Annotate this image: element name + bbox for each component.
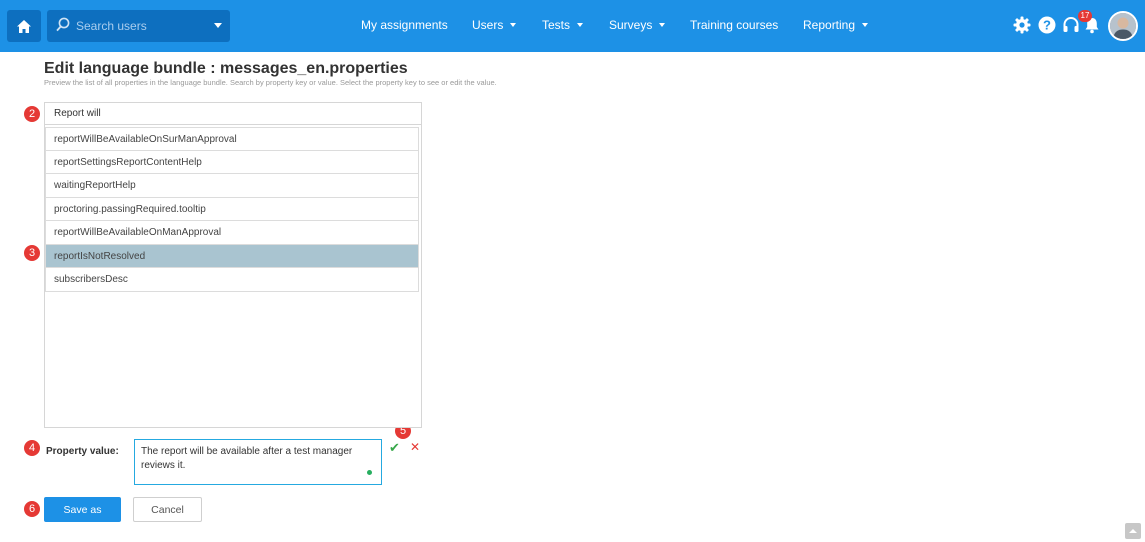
property-key: reportIsNotResolved	[54, 250, 146, 262]
nav-label: Training courses	[690, 18, 779, 32]
notification-count-badge: 17	[1078, 10, 1092, 22]
step-marker-3: 3	[24, 245, 40, 261]
property-list-item[interactable]: reportWillBeAvailableOnSurManApproval	[45, 127, 419, 151]
property-list-item-selected[interactable]: reportIsNotResolved	[45, 244, 419, 268]
step-marker-6: 6	[24, 501, 40, 517]
property-key: waitingReportHelp	[54, 180, 136, 191]
nav-training-courses[interactable]: Training courses	[690, 18, 778, 32]
home-icon	[17, 19, 31, 33]
nav-label: My assignments	[361, 18, 448, 32]
nav-tests[interactable]: Tests	[542, 18, 584, 32]
page-description: Preview the list of all properties in th…	[44, 78, 497, 87]
headset-icon[interactable]	[1062, 16, 1080, 34]
step-marker-4: 4	[24, 440, 40, 456]
property-list-item[interactable]: waitingReportHelp	[45, 174, 419, 198]
property-key: reportWillBeAvailableOnManApproval	[54, 227, 222, 238]
property-list-item[interactable]: proctoring.passingRequired.tooltip	[45, 197, 419, 221]
step-marker-2: 2	[24, 106, 40, 122]
property-value-field[interactable]: The report will be available after a tes…	[134, 439, 382, 485]
chevron-down-icon	[659, 23, 666, 27]
top-navigation-bar: My assignments Users Tests Surveys Train…	[0, 0, 1145, 52]
nav-surveys[interactable]: Surveys	[609, 18, 666, 32]
property-list-item[interactable]: reportSettingsReportContentHelp	[45, 150, 419, 174]
confirm-check-icon[interactable]: ✔	[389, 440, 400, 456]
cancel-button[interactable]: Cancel	[133, 497, 202, 522]
chevron-down-icon	[577, 23, 584, 27]
search-icon	[56, 17, 70, 32]
save-as-button[interactable]: Save as	[44, 497, 121, 522]
property-list-panel: reportWillBeAvailableOnSurManApproval re…	[44, 102, 422, 428]
property-key: proctoring.passingRequired.tooltip	[54, 203, 206, 215]
scroll-to-top-button[interactable]	[1125, 523, 1141, 539]
chevron-down-icon	[862, 23, 869, 27]
svg-text:?: ?	[1043, 18, 1051, 33]
property-list-item[interactable]: subscribersDesc	[45, 268, 419, 292]
chevron-up-icon	[1129, 529, 1137, 533]
help-icon[interactable]: ?	[1038, 16, 1056, 34]
property-list-item[interactable]: reportWillBeAvailableOnManApproval	[45, 221, 419, 245]
property-filter-input[interactable]	[45, 103, 421, 125]
user-avatar-icon	[1110, 13, 1136, 39]
home-button[interactable]	[7, 10, 41, 42]
nav-label: Surveys	[609, 18, 653, 32]
nav-label: Tests	[542, 18, 571, 32]
nav-label: Users	[472, 18, 504, 32]
property-key: reportWillBeAvailableOnSurManApproval	[54, 134, 237, 145]
property-list: reportWillBeAvailableOnSurManApproval re…	[45, 127, 419, 292]
page-title: Edit language bundle : messages_en.prope…	[44, 60, 408, 77]
search-users-input[interactable]	[76, 17, 206, 35]
search-dropdown-caret-icon[interactable]	[214, 23, 222, 28]
search-users-box[interactable]	[47, 10, 230, 42]
gear-icon[interactable]	[1013, 16, 1031, 34]
property-key: subscribersDesc	[54, 274, 128, 285]
discard-x-icon[interactable]: ✕	[410, 440, 420, 454]
property-value-label: Property value:	[46, 446, 119, 457]
nav-my-assignments[interactable]: My assignments	[361, 18, 448, 32]
chevron-down-icon	[510, 23, 517, 27]
nav-users[interactable]: Users	[472, 18, 517, 32]
property-key: reportSettingsReportContentHelp	[54, 156, 202, 168]
nav-reporting[interactable]: Reporting	[803, 18, 869, 32]
status-dot-icon	[367, 470, 372, 475]
user-avatar[interactable]	[1108, 11, 1138, 41]
nav-label: Reporting	[803, 18, 856, 32]
